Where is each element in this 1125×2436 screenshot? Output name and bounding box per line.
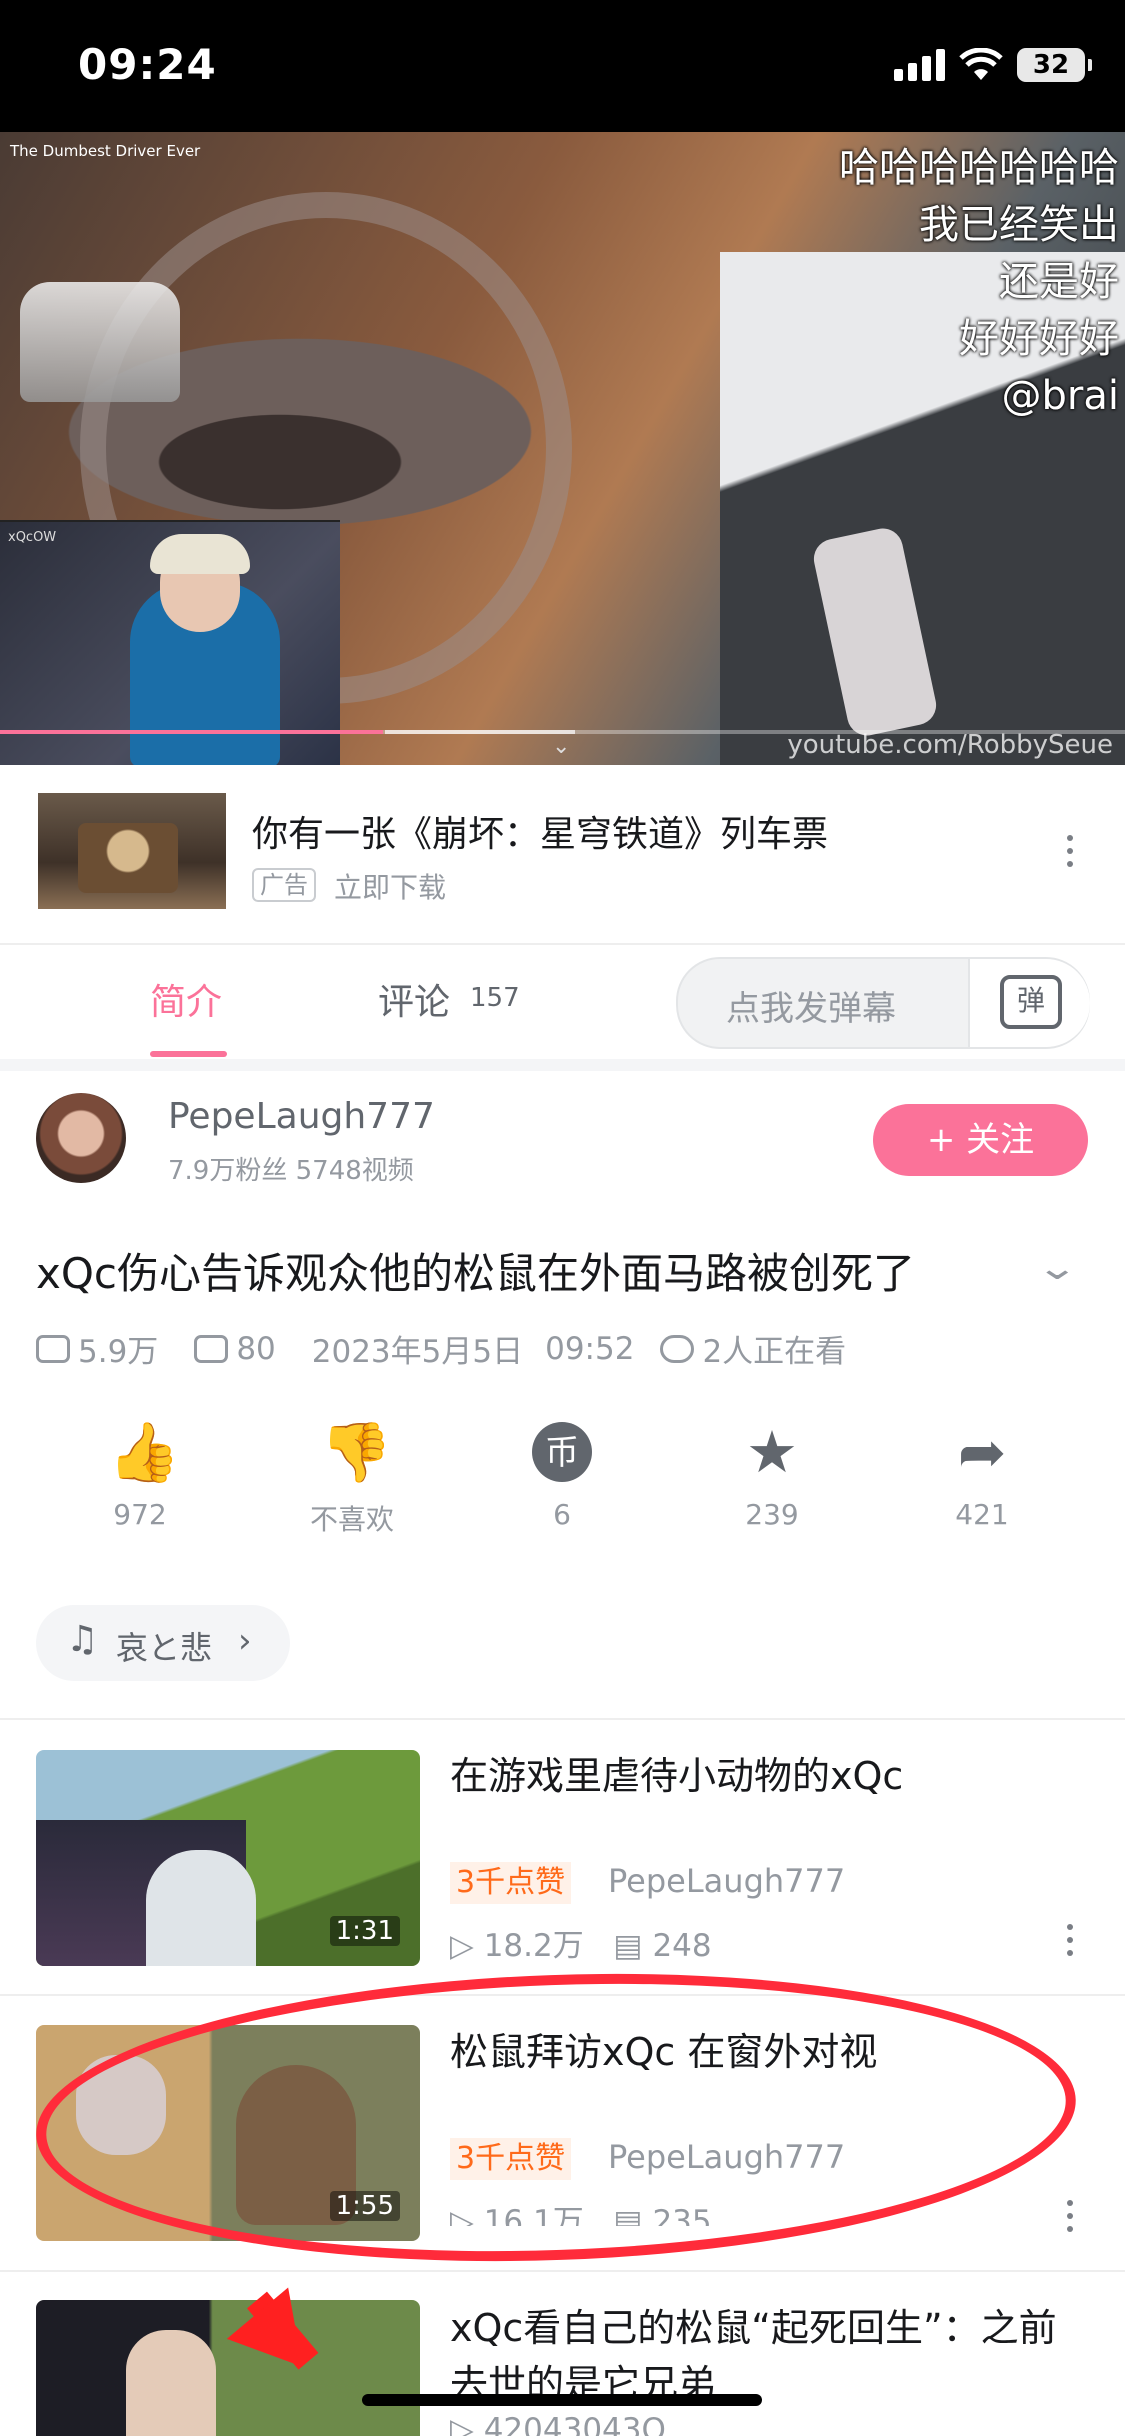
danmaku-count: 80: [236, 1330, 276, 1367]
like-button[interactable]: 👍 972: [80, 1420, 200, 1531]
ad-download-link[interactable]: 立即下载: [334, 866, 446, 906]
video-duration: 1:31: [329, 1916, 400, 1946]
ad-thumbnail-art: [78, 823, 178, 893]
battery-icon: 32: [1017, 48, 1092, 82]
danmaku-input[interactable]: 点我发弹幕 弹: [676, 957, 1090, 1049]
publish-time: 09:52: [545, 1330, 635, 1367]
status-time: 09:24: [78, 40, 217, 89]
danmaku-overlay: 哈哈哈哈哈哈哈 我已经笑出 还是好 好好好好 @brai: [839, 140, 1119, 425]
wifi-icon: [959, 48, 1003, 80]
follow-button[interactable]: + 关注: [873, 1104, 1088, 1176]
thumbnail-person: [146, 1850, 256, 1966]
divider: [0, 1718, 1125, 1720]
comments-count: 157: [470, 983, 520, 1013]
ad-title[interactable]: 你有一张《崩坏：星穹铁道》列车票: [252, 805, 828, 857]
action-bar: 👍 972 👎 不喜欢 币 6 ★ 239 ➦ 421: [0, 1420, 1125, 1540]
related-danmaku: 248: [652, 1928, 712, 1964]
thumbnail-person: [126, 2330, 216, 2436]
publish-date: 2023年5月5日: [311, 1334, 524, 1370]
video-player[interactable]: The Dumbest Driver Ever 哈哈哈哈哈哈哈 我已经笑出 还是…: [0, 132, 1125, 765]
video-title: xQc伤心告诉观众他的松鼠在外面马路被创死了: [36, 1249, 916, 1298]
danmaku-count-icon: [194, 1334, 229, 1363]
play-count-icon: [36, 1334, 70, 1363]
tab-bar: 简介 评论 157 点我发弹幕 弹: [0, 943, 1125, 1071]
danmaku-line: 好好好好: [959, 316, 1119, 362]
tab-intro[interactable]: 简介: [150, 973, 222, 1025]
chevron-down-icon[interactable]: ⌄: [552, 734, 570, 759]
coin-button[interactable]: 币 6: [502, 1420, 622, 1531]
music-tag[interactable]: ♫ 哀と悲 ›: [36, 1605, 290, 1681]
music-note-icon: ♫: [66, 1619, 99, 1660]
music-title: 哀と悲: [116, 1629, 213, 1667]
related-stats: ▷ 18.2万 ▤ 248: [450, 1928, 712, 1964]
dislike-button[interactable]: 👎 不喜欢: [292, 1420, 412, 1538]
status-bar: 09:24 32: [0, 0, 1125, 132]
signal-icon: [894, 49, 945, 81]
likes-badge: 3千点赞: [450, 1862, 572, 1904]
favorite-button[interactable]: ★ 239: [712, 1420, 832, 1531]
tab-comments[interactable]: 评论: [378, 973, 450, 1025]
home-indicator[interactable]: [362, 2394, 762, 2406]
video-frame-faucet: [20, 282, 180, 402]
related-thumbnail[interactable]: [36, 2300, 420, 2436]
svg-text:币: 币: [545, 1433, 579, 1473]
danmaku-line: 还是好: [999, 259, 1119, 305]
divider: [0, 2270, 1125, 2272]
progress-fill: [0, 730, 383, 734]
related-stats: ▷ 42043043Q: [450, 2412, 666, 2436]
dislike-label: 不喜欢: [309, 1503, 394, 1536]
danmaku-line: @brai: [1001, 373, 1119, 419]
related-title[interactable]: 在游戏里虐待小动物的xQc: [450, 1748, 1090, 1804]
coin-icon: 币: [530, 1420, 594, 1484]
related-views: 42043043Q: [483, 2412, 666, 2436]
view-count: 5.9万: [78, 1334, 159, 1370]
webcam-label: xQcOW: [8, 530, 57, 545]
share-icon: ➦: [957, 1418, 1007, 1486]
video-watermark: youtube.com/RobbySeue: [787, 730, 1113, 760]
danmaku-toggle-button[interactable]: 弹: [968, 959, 1090, 1047]
danmaku-line: 我已经笑出: [919, 202, 1119, 248]
streamer-hair: [150, 534, 250, 574]
danmaku-icon: 弹: [1000, 975, 1062, 1029]
star-icon: ★: [746, 1418, 798, 1486]
share-button[interactable]: ➦ 421: [922, 1420, 1042, 1531]
coin-count: 6: [553, 1498, 571, 1531]
watching-count: 2人正在看: [702, 1334, 847, 1370]
uploader-avatar[interactable]: [36, 1093, 126, 1183]
expand-chevron-icon[interactable]: ⌄: [1036, 1248, 1079, 1288]
progress-buffer: [385, 730, 575, 734]
status-icons: 32: [894, 48, 1092, 82]
annotation-circle: [31, 1956, 1081, 2279]
danmaku-line: 哈哈哈哈哈哈哈: [839, 145, 1119, 191]
ad-banner[interactable]: 你有一张《崩坏：星穹铁道》列车票 广告 立即下载: [0, 765, 1125, 945]
share-count: 421: [955, 1498, 1009, 1531]
more-options-icon[interactable]: [1066, 2200, 1074, 2239]
streamer-webcam: xQcOW: [0, 520, 340, 765]
active-tab-indicator: [150, 1051, 227, 1057]
related-thumbnail[interactable]: 1:31: [36, 1750, 420, 1966]
danmaku-placeholder: 点我发弹幕: [726, 989, 896, 1029]
related-views: 18.2万: [483, 1928, 584, 1964]
more-options-icon[interactable]: [1066, 835, 1074, 874]
video-meta: 5.9万 80 2023年5月5日 09:52 2人正在看: [36, 1326, 846, 1371]
ad-tag: 广告: [252, 868, 316, 902]
like-count: 972: [113, 1498, 167, 1531]
thumbs-down-icon: 👎: [320, 1418, 393, 1486]
favorite-count: 239: [745, 1498, 799, 1531]
chevron-right-icon: ›: [238, 1621, 252, 1661]
related-uploader: PepeLaugh777: [608, 1862, 846, 1900]
thumbs-up-icon: 👍: [108, 1418, 181, 1486]
watching-icon: [660, 1334, 695, 1363]
ad-thumbnail[interactable]: [38, 793, 226, 909]
uploader-stats: 7.9万粉丝 5748视频: [168, 1156, 414, 1186]
more-options-icon[interactable]: [1066, 1924, 1074, 1963]
video-overlay-title: The Dumbest Driver Ever: [10, 142, 201, 160]
uploader-name[interactable]: PepeLaugh777: [168, 1096, 435, 1137]
